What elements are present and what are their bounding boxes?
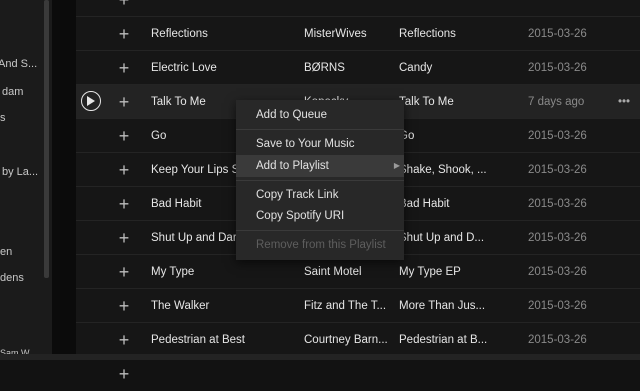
sidebar-scrollbar[interactable] <box>44 0 49 278</box>
add-track-icon[interactable]: + <box>116 289 132 323</box>
sidebar-item[interactable]: en <box>0 246 50 258</box>
track-album[interactable]: Shake, Shook, ... <box>399 153 517 187</box>
sidebar-item[interactable]: And S... <box>0 58 48 70</box>
track-album[interactable]: More Than Jus... <box>399 289 517 323</box>
track-title: Reflections <box>151 28 208 40</box>
track-title: Pedestrian at Best <box>151 334 245 346</box>
player-bar-edge <box>0 354 640 360</box>
menu-separator <box>236 180 404 181</box>
play-icon[interactable] <box>81 91 101 111</box>
track-artist[interactable]: MisterWives <box>304 17 392 51</box>
submenu-arrow-icon: ▶ <box>393 161 400 170</box>
track-date-added <box>528 357 618 391</box>
track-date-added: 2015-03-26 <box>528 62 587 74</box>
menu-item-add-to-queue[interactable]: Add to Queue <box>236 104 404 126</box>
menu-item-remove-from-playlist: Remove from this Playlist <box>256 239 386 251</box>
track-album[interactable]: My Type EP <box>399 255 517 289</box>
track-date-added: 2015-03-26 <box>528 198 587 210</box>
sidebar-item[interactable]: s <box>0 112 50 124</box>
menu-separator <box>236 230 404 231</box>
track-row[interactable]: + Pedestrian at Best Courtney Barn... Pedes… <box>76 322 640 356</box>
track-album[interactable] <box>399 357 517 391</box>
add-track-icon[interactable]: + <box>116 119 132 153</box>
track-title: My Type <box>151 266 195 278</box>
sidebar-divider <box>52 0 76 360</box>
track-row[interactable]: + <box>76 0 640 16</box>
more-options-icon[interactable]: ••• <box>618 85 634 119</box>
track-row[interactable]: + Reflections MisterWives Reflections 2015-0… <box>76 16 640 50</box>
track-date-added: 2015-03-26 <box>528 334 587 346</box>
add-track-icon[interactable]: + <box>116 0 132 17</box>
track-artist[interactable] <box>304 357 392 391</box>
track-album[interactable]: Pedestrian at B... <box>399 323 517 357</box>
add-track-icon[interactable]: + <box>116 357 132 391</box>
track-row[interactable]: + Electric Love BØRNS Candy 2015-03-26 <box>76 50 640 84</box>
menu-item-add-to-playlist[interactable]: Add to Playlist ▶ <box>236 155 404 177</box>
track-album[interactable]: Go <box>399 119 517 153</box>
track-date-added: 2015-03-26 <box>528 266 587 278</box>
menu-item-copy-track-link[interactable]: Copy Track Link <box>236 184 404 206</box>
track-album[interactable]: Shut Up and D... <box>399 221 517 255</box>
menu-item-save-to-your-music[interactable]: Save to Your Music <box>236 133 404 155</box>
track-album[interactable]: Bad Habit <box>399 187 517 221</box>
track-date-added <box>528 0 618 17</box>
track-date-added: 2015-03-26 <box>528 232 587 244</box>
sidebar: And S... dam s by La... en dens Sam W... <box>0 0 52 360</box>
track-row[interactable]: + <box>76 356 640 390</box>
add-track-icon[interactable]: + <box>116 221 132 255</box>
add-track-icon[interactable]: + <box>116 85 132 119</box>
add-track-icon[interactable]: + <box>116 153 132 187</box>
track-row[interactable]: + The Walker Fitz and The T... More Than Ju… <box>76 288 640 322</box>
track-album[interactable]: Reflections <box>399 17 517 51</box>
track-artist[interactable]: Courtney Barn... <box>304 323 392 357</box>
track-title <box>151 357 301 391</box>
add-track-icon[interactable]: + <box>116 51 132 85</box>
track-artist[interactable] <box>304 0 392 17</box>
add-track-icon[interactable]: + <box>116 255 132 289</box>
add-track-icon[interactable]: + <box>116 187 132 221</box>
track-artist[interactable]: BØRNS <box>304 51 392 85</box>
track-date-added: 2015-03-26 <box>528 130 587 142</box>
add-track-icon[interactable]: + <box>116 323 132 357</box>
track-album[interactable]: Talk To Me <box>399 85 517 119</box>
track-album[interactable] <box>399 0 517 17</box>
track-date-added: 7 days ago <box>528 96 585 108</box>
menu-item-label: Add to Playlist <box>256 160 329 172</box>
track-title <box>151 0 301 17</box>
track-date-added: 2015-03-26 <box>528 300 587 312</box>
track-date-added: 2015-03-26 <box>528 164 587 176</box>
menu-separator <box>236 129 404 130</box>
context-menu: Add to Queue Save to Your Music Add to P… <box>236 100 404 260</box>
track-artist[interactable]: Fitz and The T... <box>304 289 392 323</box>
track-title: Electric Love <box>151 62 217 74</box>
add-track-icon[interactable]: + <box>116 17 132 51</box>
track-title: The Walker <box>151 300 210 312</box>
menu-item-copy-spotify-uri[interactable]: Copy Spotify URI <box>236 205 404 227</box>
sidebar-item[interactable]: dens <box>0 272 50 284</box>
track-date-added: 2015-03-26 <box>528 28 587 40</box>
track-album[interactable]: Candy <box>399 51 517 85</box>
track-artist[interactable]: Saint Motel <box>304 255 392 289</box>
